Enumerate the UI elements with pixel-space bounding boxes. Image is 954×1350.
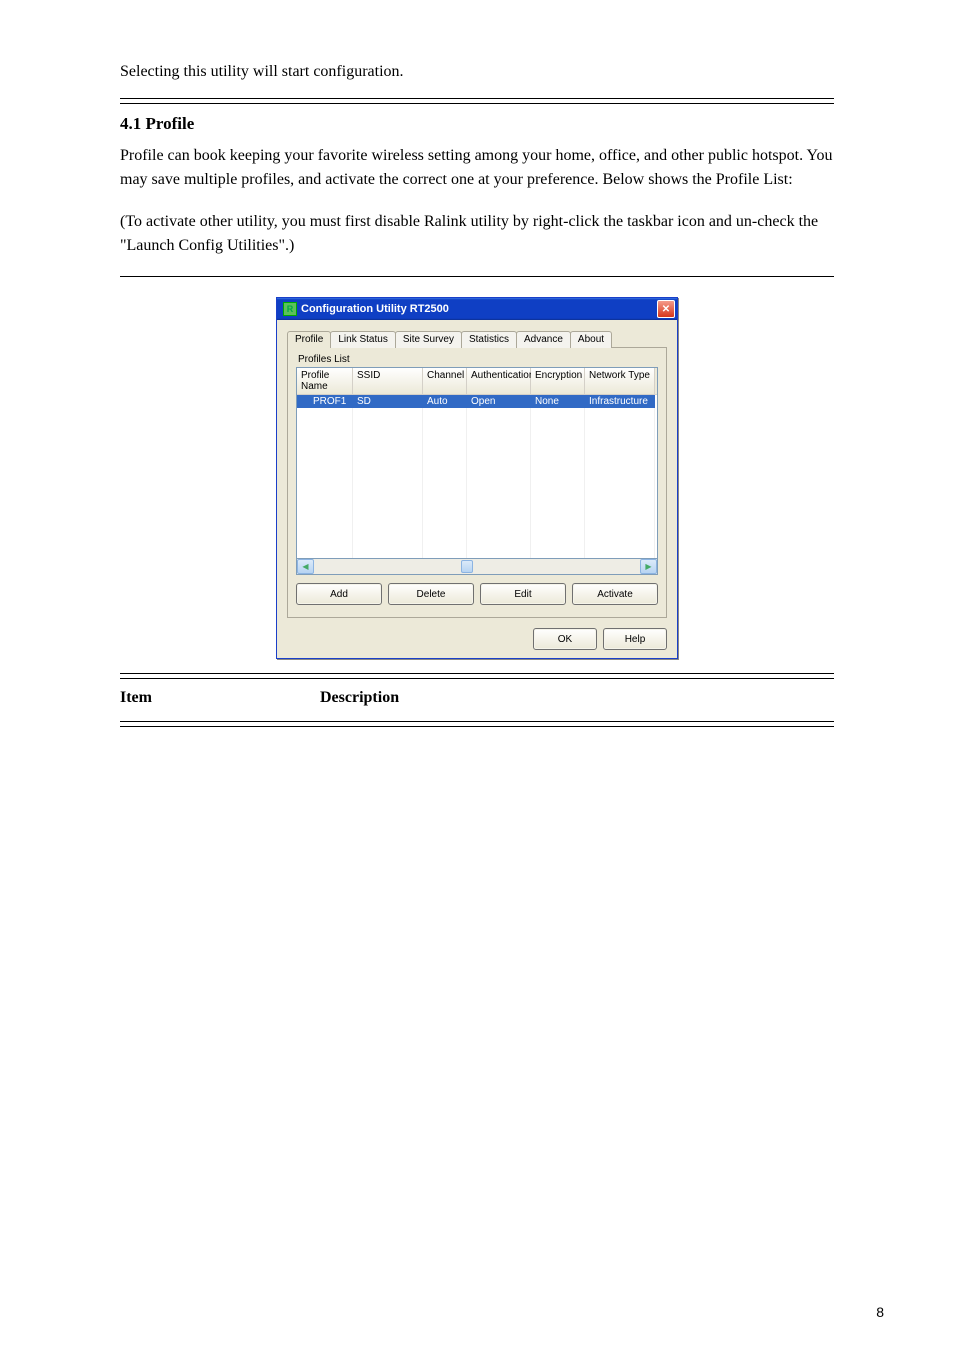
delete-button[interactable]: Delete [388,583,474,605]
cell-ntype: Infrastructure [585,395,655,408]
table-divider-double-2 [120,721,834,727]
tab-link-status[interactable]: Link Status [330,331,395,348]
dialog-button-row: OK Help [287,628,667,650]
edit-button[interactable]: Edit [480,583,566,605]
tab-strip: Profile Link Status Site Survey Statisti… [287,331,667,348]
desc-col-label: Description [320,689,399,707]
profiles-listview[interactable]: Profile Name SSID Channel Authentication… [296,367,658,559]
cell-enc: None [531,395,585,408]
cell-profile-name: PROF1 [297,395,353,408]
add-button[interactable]: Add [296,583,382,605]
section-divider-single [120,276,834,277]
close-icon[interactable]: ✕ [657,300,675,318]
window-titlebar[interactable]: R Configuration Utility RT2500 ✕ [277,298,677,320]
scroll-right-icon[interactable]: ▶ [640,559,657,574]
dialog-body: Profile Link Status Site Survey Statisti… [277,320,677,658]
listview-empty-area [297,408,657,559]
section-paragraph-2: (To activate other utility, you must fir… [120,210,834,258]
scroll-track[interactable] [314,559,640,574]
col-authentication[interactable]: Authentication [467,368,531,394]
activate-button[interactable]: Activate [572,583,658,605]
page-number: 8 [876,1304,884,1320]
cell-channel: Auto [423,395,467,408]
table-row[interactable]: PROF1 SD Auto Open None Infrastructure [297,395,657,408]
col-channel[interactable]: Channel [423,368,467,394]
app-icon: R [283,302,297,316]
section-divider-double [120,98,834,104]
profile-button-row: Add Delete Edit Activate [296,583,658,605]
window-title: Configuration Utility RT2500 [301,303,657,315]
col-profile-name[interactable]: Profile Name [297,368,353,394]
item-header-row: Item Description [120,689,834,707]
help-button[interactable]: Help [603,628,667,650]
tab-page-profile: Profiles List Profile Name SSID Channel … [287,347,667,618]
col-encryption[interactable]: Encryption [531,368,585,394]
cell-ssid: SD [353,395,423,408]
app-window: R Configuration Utility RT2500 ✕ Profile… [276,297,678,659]
horizontal-scrollbar[interactable]: ◀ ▶ [296,559,658,575]
section-paragraph-1: Profile can book keeping your favorite w… [120,144,834,192]
item-col-label: Item [120,689,320,707]
col-network-type[interactable]: Network Type [585,368,655,394]
scroll-left-icon[interactable]: ◀ [297,559,314,574]
section-heading: 4.1 Profile [120,114,834,134]
listview-header: Profile Name SSID Channel Authentication… [297,368,657,395]
intro-paragraph: Selecting this utility will start config… [120,60,834,84]
profiles-list-label: Profiles List [298,354,658,365]
scroll-thumb[interactable] [461,560,473,573]
tab-profile[interactable]: Profile [287,331,331,348]
tab-about[interactable]: About [570,331,612,348]
tab-statistics[interactable]: Statistics [461,331,517,348]
document-page: Selecting this utility will start config… [0,0,954,1350]
tab-advance[interactable]: Advance [516,331,571,348]
cell-auth: Open [467,395,531,408]
tab-site-survey[interactable]: Site Survey [395,331,462,348]
ok-button[interactable]: OK [533,628,597,650]
col-ssid[interactable]: SSID [353,368,423,394]
table-divider-double [120,673,834,679]
